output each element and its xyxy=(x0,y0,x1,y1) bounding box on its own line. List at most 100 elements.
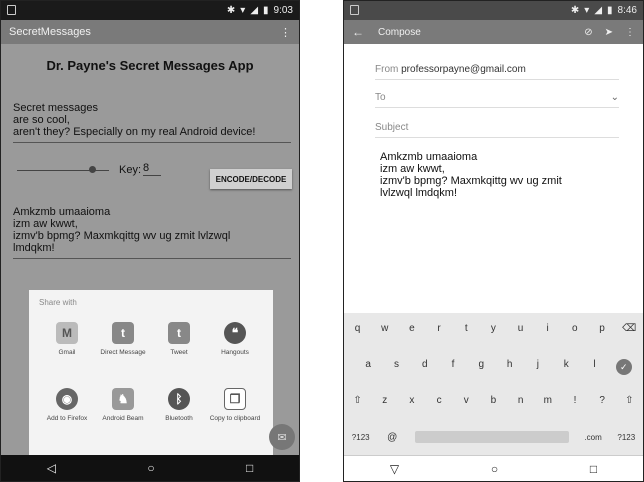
status-time: 9:03 xyxy=(273,5,293,16)
firefox-icon: ◉ xyxy=(56,388,78,410)
wifi-icon: ▾ xyxy=(240,5,246,16)
share-sheet: Share with M Gmail t Direct Message t Tw… xyxy=(29,290,273,459)
share-direct-message[interactable]: t Direct Message xyxy=(93,322,153,357)
key[interactable]: z xyxy=(378,395,392,406)
share-add-to-firefox[interactable]: ◉ Add to Firefox xyxy=(37,388,97,423)
key[interactable]: ? xyxy=(595,395,609,406)
battery-icon: ▮ xyxy=(607,5,613,16)
at-key[interactable]: @ xyxy=(385,432,399,443)
keyboard-row-1: q w e r t y u i o p ⌫ xyxy=(344,323,643,334)
share-gmail[interactable]: M Gmail xyxy=(37,322,97,357)
hangouts-icon: ❝ xyxy=(224,322,246,344)
key[interactable]: u xyxy=(514,323,528,334)
back-arrow-icon[interactable]: ← xyxy=(352,25,364,39)
share-item-label: Direct Message xyxy=(100,349,146,356)
share-tweet[interactable]: t Tweet xyxy=(149,322,209,357)
body-line: lvlzwql lmdqkm! xyxy=(380,187,458,199)
share-item-label: Android Beam xyxy=(102,415,144,422)
attach-icon[interactable]: ⊘ xyxy=(584,27,592,38)
key[interactable]: d xyxy=(418,359,432,375)
compose-app-bar: ← Compose ⊘ ➤ ⋮ xyxy=(344,20,643,44)
share-hangouts[interactable]: ❝ Hangouts xyxy=(205,322,265,357)
key[interactable]: a xyxy=(361,359,375,375)
dotcom-key[interactable]: .com xyxy=(584,433,601,442)
key[interactable]: b xyxy=(486,395,500,406)
back-button[interactable]: ▽ xyxy=(390,462,399,476)
keyboard-row-3: ⇧ z x c v b n m ! ? ⇧ xyxy=(344,395,643,406)
space-bar[interactable] xyxy=(414,431,569,443)
fab-mail-button[interactable]: ✉ xyxy=(269,424,295,450)
key[interactable]: w xyxy=(378,323,392,334)
send-icon[interactable]: ➤ xyxy=(605,27,613,38)
signal-icon: ◢ xyxy=(594,5,603,16)
share-sheet-title: Share with xyxy=(39,298,77,307)
back-button[interactable]: ◁ xyxy=(47,461,56,475)
recents-button[interactable]: □ xyxy=(590,462,597,476)
output-field[interactable]: Amkzmb umaaioma izm aw kwwt, izmv'b bpmg… xyxy=(13,206,291,259)
body-line: izm aw kwwt, xyxy=(380,163,445,175)
key[interactable]: k xyxy=(559,359,573,375)
key[interactable]: h xyxy=(503,359,517,375)
bluetooth-icon: ᛒ xyxy=(168,388,190,410)
compose-body[interactable]: Amkzmb umaaioma izm aw kwwt, izmv'b bpmg… xyxy=(380,151,562,199)
chevron-down-icon[interactable]: ⌄ xyxy=(611,92,619,103)
share-android-beam[interactable]: ♞ Android Beam xyxy=(93,388,153,423)
status-bar: ✱ ▾ ◢ ▮ 8:46 xyxy=(344,1,643,20)
subject-field[interactable]: Subject xyxy=(375,122,619,138)
message-input[interactable]: Secret messages are so cool, aren't they… xyxy=(13,102,291,143)
message-line: aren't they? Especially on my real Andro… xyxy=(13,126,256,138)
key[interactable]: g xyxy=(474,359,488,375)
key[interactable]: o xyxy=(568,323,582,334)
key-field[interactable]: 8 xyxy=(143,162,161,176)
key[interactable]: p xyxy=(595,323,609,334)
share-bluetooth[interactable]: ᛒ Bluetooth xyxy=(149,388,209,423)
encode-decode-button[interactable]: ENCODE/DECODE xyxy=(210,169,292,189)
share-item-label: Bluetooth xyxy=(165,415,193,422)
page-title: Dr. Payne's Secret Messages App xyxy=(46,58,254,73)
key[interactable]: c xyxy=(432,395,446,406)
symbols-key[interactable]: ?123 xyxy=(352,433,370,442)
key[interactable]: i xyxy=(541,323,555,334)
notification-image-icon xyxy=(350,5,359,15)
key-label: Key: xyxy=(119,164,142,176)
key[interactable]: r xyxy=(432,323,446,334)
mail-icon: ✉ xyxy=(277,431,287,444)
overflow-menu-icon[interactable]: ⋮ xyxy=(625,27,635,38)
key[interactable]: j xyxy=(531,359,545,375)
key-slider-thumb[interactable] xyxy=(89,166,96,173)
key[interactable]: e xyxy=(405,323,419,334)
app-title: SecretMessages xyxy=(9,26,91,38)
bluetooth-icon: ✱ xyxy=(570,5,580,16)
overflow-menu-icon[interactable]: ⋮ xyxy=(280,26,291,39)
key[interactable]: ! xyxy=(568,395,582,406)
backspace-icon[interactable]: ⌫ xyxy=(622,323,636,334)
home-button[interactable]: ○ xyxy=(491,462,498,476)
keyboard: q w e r t y u i o p ⌫ a s d f g h j k l … xyxy=(344,313,643,456)
key[interactable]: x xyxy=(405,395,419,406)
key[interactable]: m xyxy=(541,395,555,406)
from-field[interactable]: From professorpayne@gmail.com xyxy=(375,64,619,80)
right-phone: ✱ ▾ ◢ ▮ 8:46 ← Compose ⊘ ➤ ⋮ From profes… xyxy=(343,0,644,482)
recents-button[interactable]: □ xyxy=(246,461,253,475)
enter-check-icon[interactable]: ✓ xyxy=(615,359,632,375)
battery-icon: ▮ xyxy=(263,5,269,16)
share-copy-to-clipboard[interactable]: ❐ Copy to clipboard xyxy=(205,388,265,423)
key[interactable]: n xyxy=(514,395,528,406)
to-field[interactable]: To ⌄ xyxy=(375,92,619,108)
key[interactable]: v xyxy=(459,395,473,406)
key[interactable]: s xyxy=(389,359,403,375)
key[interactable]: q xyxy=(351,323,365,334)
wifi-icon: ▾ xyxy=(584,5,590,16)
home-button[interactable]: ○ xyxy=(147,461,154,475)
key[interactable]: f xyxy=(446,359,460,375)
symbols-key[interactable]: ?123 xyxy=(617,433,635,442)
shift-icon[interactable]: ⇧ xyxy=(622,395,636,406)
key[interactable]: y xyxy=(486,323,500,334)
message-line: are so cool, xyxy=(13,114,70,126)
key[interactable]: l xyxy=(588,359,602,375)
shift-icon[interactable]: ⇧ xyxy=(351,395,365,406)
key[interactable]: t xyxy=(459,323,473,334)
status-bar: ✱ ▾ ◢ ▮ 9:03 xyxy=(1,1,299,20)
message-line: Secret messages xyxy=(13,102,98,114)
body-line: izmv'b bpmg? Maxmkqittg wv ug zmit xyxy=(380,175,562,187)
